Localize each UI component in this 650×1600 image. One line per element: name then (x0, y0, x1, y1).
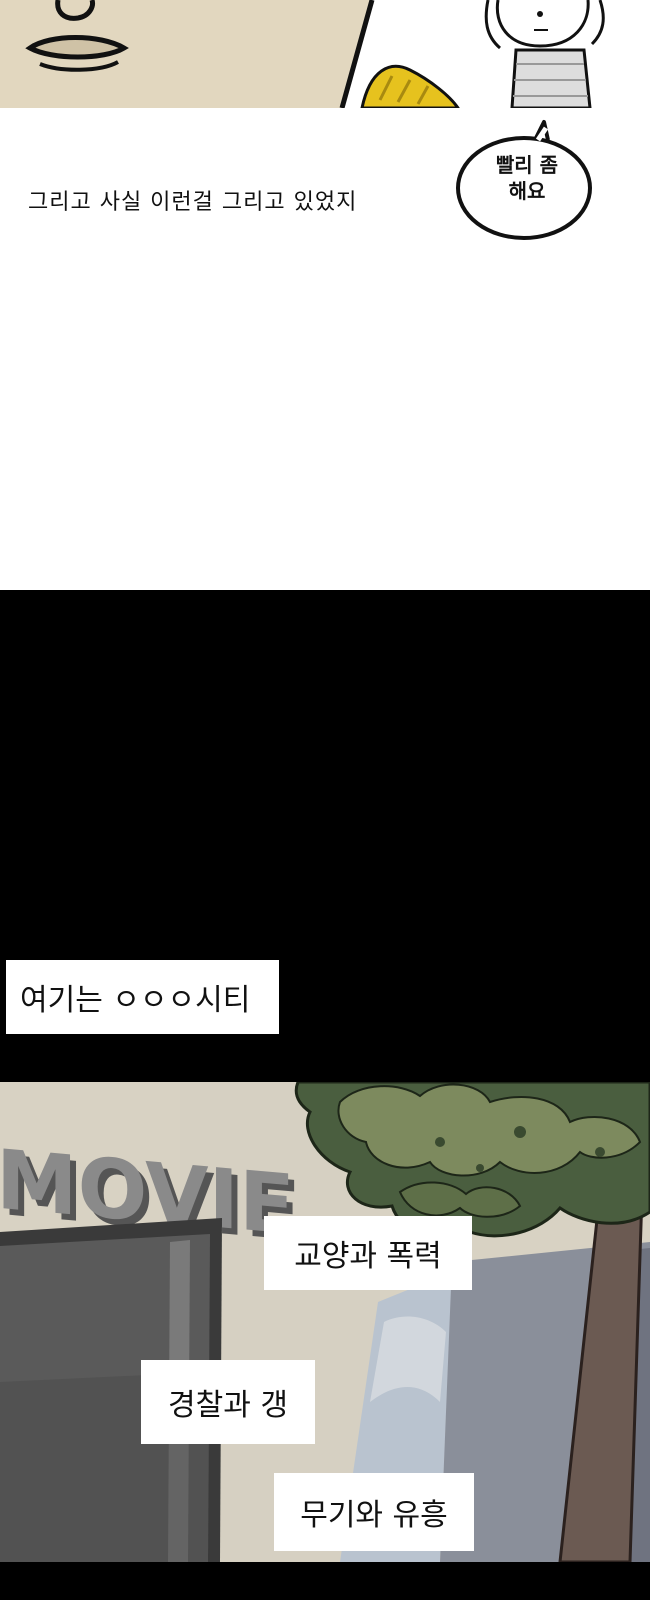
street-scene-panel: MOVIE MOVIE 교양과 폭력 경찰과 갱 무기와 유흥 (0, 1082, 650, 1562)
black-panel: 여기는 ㅇㅇㅇ시티 (0, 590, 650, 1082)
caption-culture-violence: 교양과 폭력 (264, 1216, 472, 1290)
top-comic-panel (0, 0, 650, 108)
caption-weapons-entertainment: 무기와 유흥 (274, 1473, 474, 1551)
lips (25, 35, 129, 60)
caption-police-gang: 경찰과 갱 (141, 1360, 315, 1444)
yellow-hair (360, 64, 460, 108)
speech-bubble: 빨리 좀 해요 (452, 118, 602, 246)
top-comic-illustration (0, 0, 605, 108)
small-character-head (495, 0, 590, 48)
bottom-black-strip (0, 1562, 650, 1600)
narration-panel: 그리고 사실 이런걸 그리고 있었지 빨리 좀 해요 (0, 108, 650, 590)
speech-bubble-text: 빨리 좀 해요 (495, 153, 559, 203)
caption-city: 여기는 ㅇㅇㅇ시티 (6, 960, 279, 1034)
narration-text: 그리고 사실 이런걸 그리고 있었지 (28, 190, 358, 215)
